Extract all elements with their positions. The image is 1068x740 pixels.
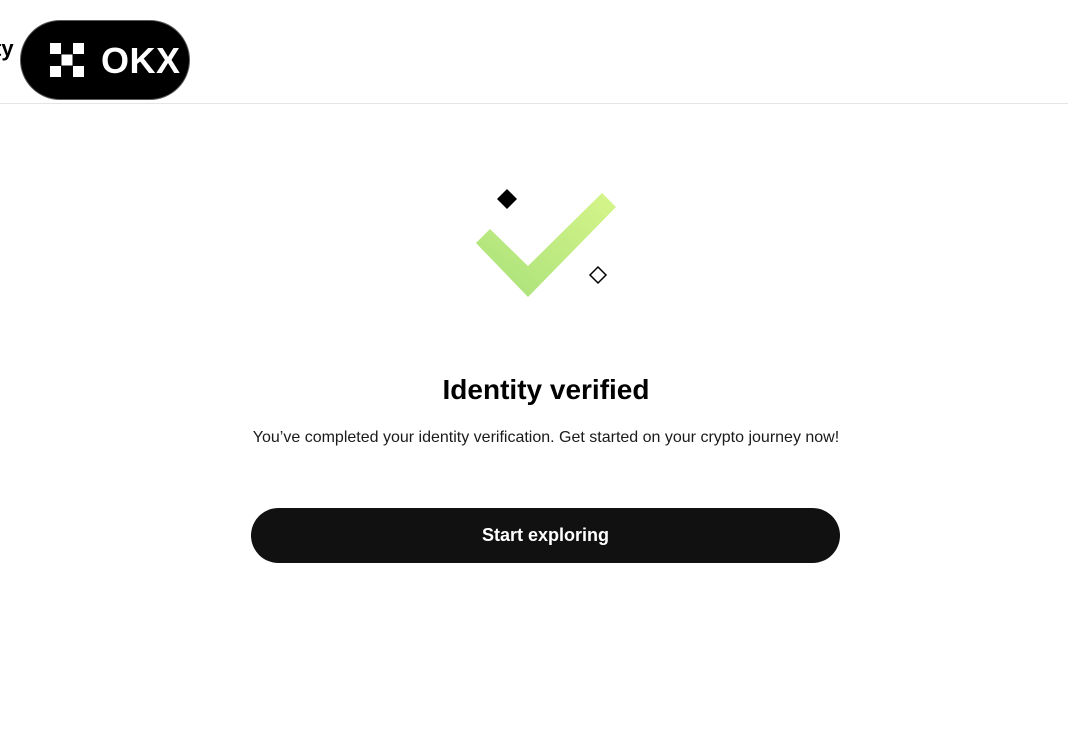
filled-diamond-icon bbox=[497, 189, 517, 209]
page-subtitle: You’ve completed your identity verificat… bbox=[252, 429, 840, 446]
page-title: Identity verified bbox=[442, 374, 650, 405]
checkmark-shape bbox=[476, 193, 616, 297]
okx-logo-badge[interactable]: OKX bbox=[20, 20, 190, 100]
header: ty OKX bbox=[0, 0, 1068, 104]
verification-success-page: ty OKX Identity verified You’ve complete… bbox=[0, 0, 1068, 740]
start-exploring-button[interactable]: Start exploring bbox=[251, 508, 840, 563]
okx-logo-text: OKX bbox=[101, 40, 181, 81]
checkmark-success-icon bbox=[476, 189, 616, 297]
outline-diamond-icon bbox=[588, 265, 608, 285]
okx-logo-icon bbox=[50, 43, 84, 77]
header-partial-title: ty bbox=[0, 36, 14, 61]
